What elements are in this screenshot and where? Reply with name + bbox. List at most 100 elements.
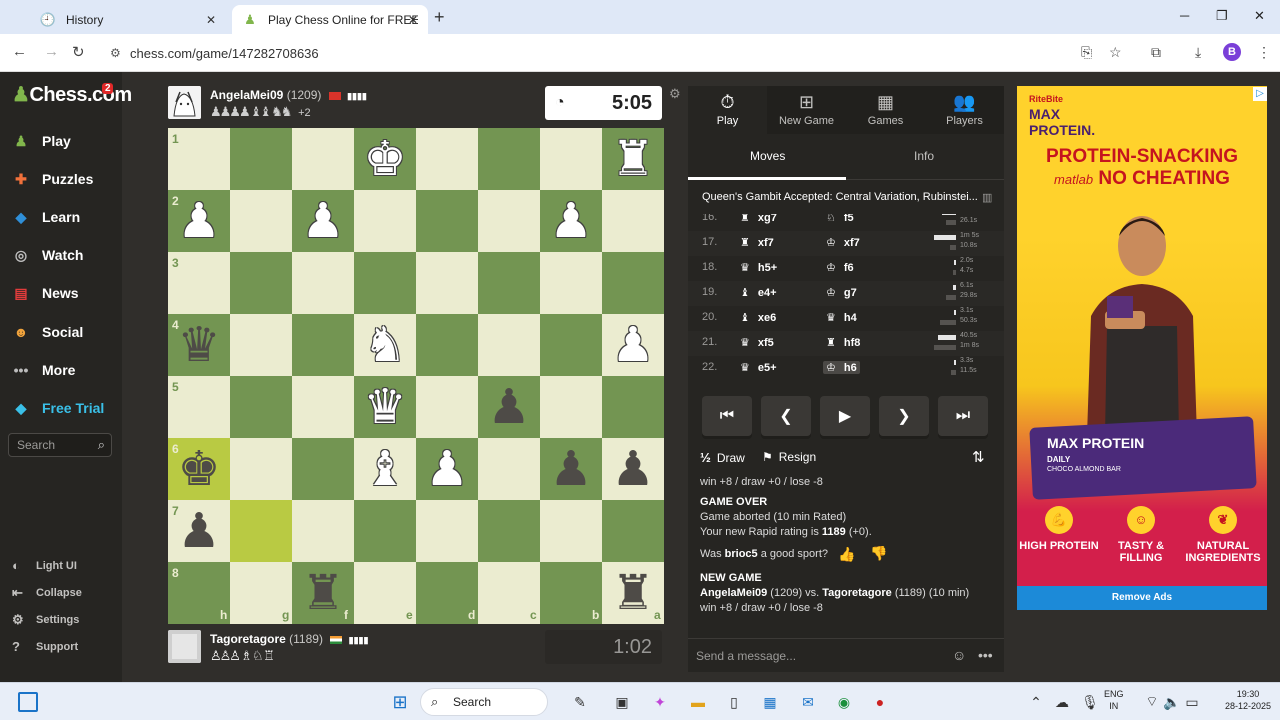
prev-move-button[interactable]: ❮	[761, 396, 811, 436]
widgets-icon[interactable]	[18, 692, 38, 712]
wifi-icon[interactable]: ⌔	[1142, 692, 1162, 712]
close-tab-icon[interactable]: ✕	[408, 13, 418, 27]
white-move[interactable]: ♛ h5+	[740, 261, 777, 274]
sidebar-item-free-trial[interactable]: ◆ Free Trial	[10, 397, 105, 419]
subtab-info[interactable]: Info	[914, 149, 934, 163]
advertisement[interactable]: RiteBite MAX PROTEIN. PROTEIN-SNACKING m…	[1017, 86, 1267, 586]
sidebar-item-learn[interactable]: ◆ Learn	[10, 206, 81, 228]
board-square[interactable]	[230, 314, 292, 376]
tab-new-game[interactable]: ⊞ New Game	[767, 86, 846, 134]
board-square[interactable]	[602, 376, 664, 438]
board-square[interactable]	[416, 190, 478, 252]
white-move[interactable]: ♝ e4+	[740, 286, 777, 299]
forward-icon[interactable]: →	[44, 43, 59, 60]
store-icon[interactable]: ▦	[760, 692, 780, 712]
board-square[interactable]	[230, 376, 292, 438]
black-pawn-piece[interactable]: ♟	[540, 438, 602, 500]
download-icon[interactable]: ⤓	[1195, 44, 1201, 61]
reload-icon[interactable]: ↻	[72, 43, 85, 61]
board-square[interactable]	[478, 252, 540, 314]
chess-logo[interactable]: ♟Chess.com 2	[12, 82, 132, 107]
black-move[interactable]: ♔ h6	[823, 361, 860, 374]
site-info-icon[interactable]: ⚙	[110, 46, 121, 60]
tray-chevron-icon[interactable]: ⌃	[1026, 692, 1046, 712]
board-square[interactable]	[478, 438, 540, 500]
back-icon[interactable]: ←	[12, 43, 27, 60]
board-square[interactable]	[354, 500, 416, 562]
minimize-icon[interactable]: ─	[1180, 8, 1189, 23]
windows-start-icon[interactable]: ⊞	[390, 692, 410, 712]
chess-board[interactable]: ♚ ♜ ♟ ♟ ♟ ♛ ♞ ♟ ♛ ♟ ♚ ♝ ♟ ♟ ♟ ♟ ♜ ♜ 1 2 3 4 5 6 7 8 h g f e d c b a	[168, 128, 664, 624]
emoji-icon[interactable]: ☺	[952, 647, 966, 663]
board-square[interactable]	[416, 252, 478, 314]
profile-avatar[interactable]: B	[1223, 43, 1241, 61]
notepad-icon[interactable]: ▯	[724, 692, 744, 712]
black-pawn-piece[interactable]: ♟	[478, 376, 540, 438]
board-square[interactable]	[602, 252, 664, 314]
sidebar-item-play[interactable]: ♟ Play	[10, 130, 71, 152]
flip-board-icon[interactable]: ⇅	[972, 448, 985, 466]
bottom-player-name[interactable]: Tagoretagore (1189) ▮▮▮▮	[210, 632, 368, 646]
board-square[interactable]	[292, 314, 354, 376]
white-move[interactable]: ♜ xg7	[740, 214, 777, 224]
white-move[interactable]: ♛ e5+	[740, 361, 777, 374]
board-square[interactable]	[540, 252, 602, 314]
black-move[interactable]: ♘ f5	[826, 214, 854, 224]
top-player-avatar[interactable]	[168, 86, 201, 119]
book-icon[interactable]: ▥	[982, 191, 992, 204]
more-options-icon[interactable]: •••	[978, 647, 993, 663]
sidebar-footer-settings[interactable]: ⚙ Settings	[12, 612, 79, 628]
board-square[interactable]	[478, 190, 540, 252]
white-queen-piece[interactable]: ♛	[354, 376, 416, 438]
first-move-button[interactable]: ⏮	[702, 396, 752, 436]
close-window-icon[interactable]: ✕	[1254, 8, 1265, 24]
sidebar-search[interactable]: Search ⌕	[8, 433, 112, 457]
white-move[interactable]: ♝ xe6	[740, 311, 776, 324]
white-pawn-piece[interactable]: ♟	[416, 438, 478, 500]
move-list[interactable]: 16. ♜xg7 ♘f5 34.7s26.1s 17. ♜xf7 ♔xf7 1m 5s 10.8…	[688, 214, 1004, 382]
thumbs-down-icon[interactable]: 👎	[870, 545, 887, 562]
sidebar-item-social[interactable]: ☻ Social	[10, 321, 84, 343]
sidebar-item-puzzles[interactable]: ✚ Puzzles	[10, 168, 93, 190]
tab-chess[interactable]: ♟ Play Chess Online for FREE - 2 P ✕	[232, 5, 428, 34]
search-icon[interactable]: ⌕	[98, 437, 105, 453]
white-pawn-piece[interactable]: ♟	[602, 314, 664, 376]
last-move-button[interactable]: ⏭	[938, 396, 988, 436]
board-square[interactable]	[416, 500, 478, 562]
board-square[interactable]	[230, 438, 292, 500]
tab-players[interactable]: 👥 Players	[925, 86, 1004, 134]
maximize-icon[interactable]: ❐	[1216, 8, 1228, 24]
sidebar-item-more[interactable]: ••• More	[10, 359, 76, 381]
chrome-icon[interactable]: ◉	[834, 692, 854, 712]
board-square[interactable]	[292, 500, 354, 562]
subtab-moves[interactable]: Moves	[750, 149, 785, 163]
board-square[interactable]	[540, 500, 602, 562]
board-square[interactable]	[230, 500, 292, 562]
sidebar-footer-collapse[interactable]: ⇤ Collapse	[12, 585, 82, 601]
board-square[interactable]	[292, 438, 354, 500]
taskbar-app-icon[interactable]: ✎	[570, 692, 590, 712]
board-square[interactable]	[230, 128, 292, 190]
black-move[interactable]: ♛ h4	[826, 311, 857, 324]
resign-button[interactable]: ⚑ Resign	[762, 450, 816, 464]
board-square[interactable]	[478, 314, 540, 376]
sidebar-item-news[interactable]: ▤ News	[10, 282, 78, 304]
tab-games[interactable]: ▦ Games	[846, 86, 925, 134]
board-square[interactable]	[230, 252, 292, 314]
ad-info-icon[interactable]: ▷	[1253, 87, 1267, 101]
taskbar-search[interactable]: ⌕ Search	[420, 688, 548, 716]
board-square[interactable]	[602, 500, 664, 562]
thumbs-up-icon[interactable]: 👍	[838, 546, 855, 563]
board-square[interactable]	[354, 252, 416, 314]
play-moves-button[interactable]: ▶	[820, 396, 870, 436]
board-square[interactable]	[292, 252, 354, 314]
draw-button[interactable]: ½ Draw	[700, 450, 745, 465]
remove-ads-button[interactable]: Remove Ads	[1017, 586, 1267, 610]
board-square[interactable]	[416, 376, 478, 438]
url-field[interactable]: ⚙ chess.com/game/147282708636	[100, 39, 1070, 67]
board-square[interactable]	[292, 376, 354, 438]
menu-icon[interactable]: ⋮	[1257, 44, 1271, 61]
cloud-icon[interactable]: ☁	[1052, 692, 1072, 712]
board-square[interactable]	[478, 500, 540, 562]
sidebar-item-watch[interactable]: ◎ Watch	[10, 244, 84, 266]
